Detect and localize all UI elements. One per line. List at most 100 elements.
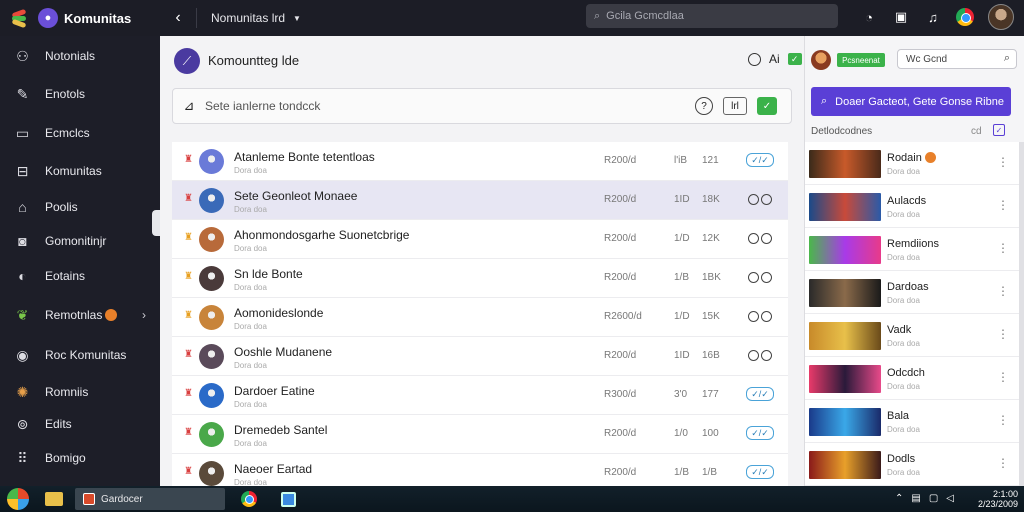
top-search-input[interactable]: ⌕ Gcila Gcmcdlaa xyxy=(586,4,838,28)
game-thumbnail[interactable] xyxy=(809,193,881,221)
sidebar-item-7[interactable]: ◐ Eotains xyxy=(0,261,160,291)
table-row[interactable]: ♜ Sete Geonleot Monaee Dora doa R200/d 1… xyxy=(172,181,788,220)
help-icon[interactable]: ? xyxy=(695,97,713,115)
back-arrow-icon[interactable]: ‹ xyxy=(160,9,196,27)
send-check-icon[interactable]: ✓ xyxy=(757,97,777,115)
start-button-icon[interactable] xyxy=(7,488,29,510)
sidebar-item-10[interactable]: ✺ Romniis xyxy=(0,377,160,407)
action-icons[interactable] xyxy=(746,231,774,245)
more-options-icon[interactable]: ⋮ xyxy=(997,327,1009,341)
text-size-button[interactable]: Ai xyxy=(769,52,780,66)
tray-chat-icon[interactable]: ▢ xyxy=(929,493,938,504)
sidebar-item-9[interactable]: ◉ Roc Komunitas xyxy=(0,340,160,370)
game-thumbnail[interactable] xyxy=(809,150,881,178)
row-name[interactable]: Dardoer Eatine xyxy=(234,384,315,398)
avatar[interactable] xyxy=(199,305,224,330)
table-row[interactable]: ♜ Naeoer Eartad Dora doa R200/d 1/B 1/B … xyxy=(172,454,788,486)
row-name[interactable]: Ooshle Mudanene xyxy=(234,345,332,359)
sidebar-item-1[interactable]: ⚇ Notonials xyxy=(0,41,160,71)
more-options-icon[interactable]: ⋮ xyxy=(997,370,1009,384)
list-item[interactable]: Dodls Dora doa ⋮ xyxy=(805,443,1019,486)
list-item[interactable]: Remdiions Dora doa ⋮ xyxy=(805,228,1019,271)
sidebar-item-3[interactable]: ▭ Ecmclcs xyxy=(0,118,160,148)
row-name[interactable]: Ahonmondosgarhe Suonetcbrige xyxy=(234,228,409,242)
more-options-icon[interactable]: ⋮ xyxy=(997,284,1009,298)
chrome-icon[interactable] xyxy=(956,8,974,26)
avatar[interactable] xyxy=(199,266,224,291)
table-row[interactable]: ♜ Aomonideslonde Dora doa R2600/d 1/D 15… xyxy=(172,298,788,337)
history-icon[interactable]: ◔ xyxy=(860,8,878,26)
game-thumbnail[interactable] xyxy=(809,236,881,264)
avatar[interactable] xyxy=(199,344,224,369)
row-name[interactable]: Atanleme Bonte tetentloas xyxy=(234,150,375,164)
more-options-icon[interactable]: ⋮ xyxy=(997,155,1009,169)
action-icons[interactable] xyxy=(746,309,774,323)
row-name[interactable]: Dremedeb Santel xyxy=(234,423,327,437)
tray-network-icon[interactable]: ▤ xyxy=(911,493,920,504)
bell-icon[interactable]: ♫ xyxy=(924,8,942,26)
more-options-icon[interactable]: ⋮ xyxy=(997,456,1009,470)
avatar[interactable] xyxy=(199,461,224,486)
tray-up-arrow-icon[interactable]: ⌃ xyxy=(895,493,903,504)
game-thumbnail[interactable] xyxy=(809,451,881,479)
list-item[interactable]: Aulacds Dora doa ⋮ xyxy=(805,185,1019,228)
game-thumbnail[interactable] xyxy=(809,408,881,436)
action-icons[interactable] xyxy=(746,270,774,284)
avatar[interactable] xyxy=(199,383,224,408)
avatar[interactable] xyxy=(199,149,224,174)
action-icons[interactable] xyxy=(746,192,774,206)
sidebar-item-4[interactable]: ⊟ Komunitas xyxy=(0,156,160,186)
avatar[interactable] xyxy=(811,50,831,70)
play-toggle-icon[interactable]: ✓/✓ xyxy=(746,153,774,167)
sidebar-item-2[interactable]: ✎ Enotols xyxy=(0,79,160,109)
list-item[interactable]: Bala Dora doa ⋮ xyxy=(805,400,1019,443)
folder-icon[interactable] xyxy=(45,492,63,506)
sidebar-item-11[interactable]: ⊚ Edits xyxy=(0,409,160,439)
row-name[interactable]: Sete Geonleot Monaee xyxy=(234,189,357,203)
list-item[interactable]: Vadk Dora doa ⋮ xyxy=(805,314,1019,357)
page-breadcrumb[interactable]: Nomunitas lrd ▼ xyxy=(196,8,301,28)
play-toggle-icon[interactable]: ✓/✓ xyxy=(746,465,774,479)
table-row[interactable]: ♜ Ahonmondosgarhe Suonetcbrige Dora doa … xyxy=(172,220,788,259)
sidebar-collapse-handle[interactable] xyxy=(152,210,160,236)
list-item[interactable]: Rodain Dora doa ⋮ xyxy=(805,142,1019,185)
taskbar-clock[interactable]: 2:1:00 2/23/2009 xyxy=(978,489,1018,509)
attach-button[interactable]: lrl xyxy=(723,97,747,115)
right-search-input[interactable]: Wc Gcnd ⌕ xyxy=(897,49,1017,69)
sidebar-item-6[interactable]: ◙ Gomonitinjr xyxy=(0,226,160,256)
status-badge[interactable]: Pcsneenat xyxy=(837,53,885,67)
list-item[interactable]: Odcdch Dora doa ⋮ xyxy=(805,357,1019,400)
select-checkbox[interactable]: ✓ xyxy=(993,124,1005,136)
table-row[interactable]: ♜ Atanleme Bonte tetentloas Dora doa R20… xyxy=(172,142,788,181)
brand[interactable]: ● Komunitas xyxy=(0,8,160,29)
window-icon[interactable]: ▣ xyxy=(892,8,910,26)
right-scrollbar[interactable] xyxy=(1019,142,1024,486)
taskbar-app-button[interactable]: Gardocer xyxy=(75,488,225,510)
play-toggle-icon[interactable]: ✓/✓ xyxy=(746,387,774,401)
window-app-icon[interactable] xyxy=(281,491,296,507)
row-name[interactable]: Aomonideslonde xyxy=(234,306,323,320)
more-options-icon[interactable]: ⋮ xyxy=(997,198,1009,212)
more-options-icon[interactable]: ⋮ xyxy=(997,241,1009,255)
verified-check-icon[interactable]: ✓ xyxy=(787,53,802,65)
table-row[interactable]: ♜ Sn lde Bonte Dora doa R200/d 1/B 1BK xyxy=(172,259,788,298)
row-name[interactable]: Sn lde Bonte xyxy=(234,267,303,281)
chrome-icon[interactable] xyxy=(241,491,257,507)
avatar[interactable] xyxy=(199,422,224,447)
action-icons[interactable] xyxy=(746,348,774,362)
settings-icon[interactable] xyxy=(748,52,761,66)
table-row[interactable]: ♜ Ooshle Mudanene Dora doa R200/d 1ID 16… xyxy=(172,337,788,376)
play-toggle-icon[interactable]: ✓/✓ xyxy=(746,426,774,440)
game-thumbnail[interactable] xyxy=(809,279,881,307)
game-thumbnail[interactable] xyxy=(809,365,881,393)
tray-volume-icon[interactable]: ◁ xyxy=(946,493,954,504)
user-avatar[interactable] xyxy=(988,4,1014,30)
sidebar-item-8[interactable]: ❦ Remotnlas › xyxy=(0,300,160,330)
avatar[interactable] xyxy=(199,188,224,213)
row-name[interactable]: Naeoer Eartad xyxy=(234,462,312,476)
compose-box[interactable]: ⊿ Sete ianlerne tondcck ? lrl ✓ xyxy=(172,88,792,124)
game-thumbnail[interactable] xyxy=(809,322,881,350)
avatar[interactable] xyxy=(199,227,224,252)
list-item[interactable]: Dardoas Dora doa ⋮ xyxy=(805,271,1019,314)
sidebar-item-12[interactable]: ⠿ Bomigo xyxy=(0,443,160,473)
